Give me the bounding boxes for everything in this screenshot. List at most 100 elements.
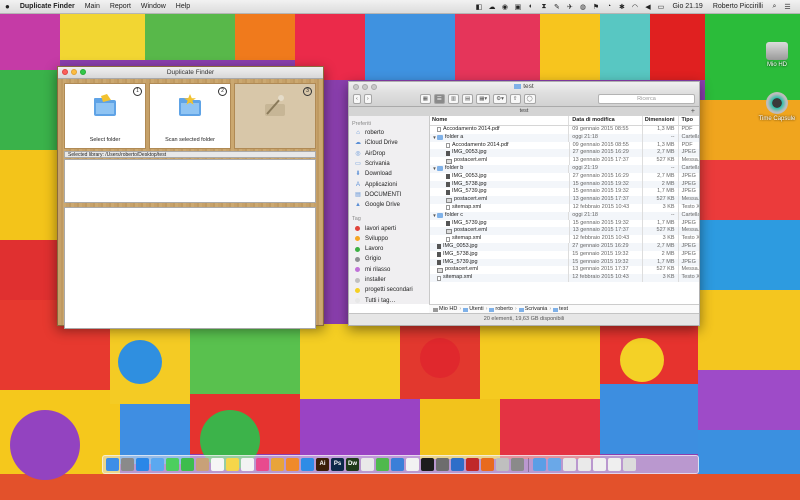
sidebar-tag-item[interactable]: Grigio bbox=[349, 254, 429, 264]
select-folder-button[interactable]: 1 Select folder bbox=[64, 83, 146, 149]
new-tab-plus-icon[interactable]: + bbox=[691, 107, 695, 116]
close-button[interactable] bbox=[62, 69, 68, 75]
list-view-button[interactable]: ☰ bbox=[433, 94, 445, 104]
file-row[interactable]: postacert.eml 13 gennaio 2015 17:37 527 KB… bbox=[430, 196, 699, 204]
file-row[interactable]: postacert.eml 13 gennaio 2015 17:37 527 KB… bbox=[430, 266, 699, 275]
notification-center-icon[interactable]: ☰ bbox=[783, 3, 792, 11]
photoshop-icon[interactable]: Ps bbox=[331, 458, 344, 471]
textedit-icon[interactable] bbox=[406, 458, 419, 471]
icon-view-button[interactable]: ▦ bbox=[419, 94, 431, 104]
firefox-icon[interactable] bbox=[481, 458, 494, 471]
minimize-button[interactable] bbox=[71, 69, 77, 75]
activity-icon[interactable] bbox=[436, 458, 449, 471]
sidebar-item-download[interactable]: ⬇ Download bbox=[349, 169, 429, 179]
file-row[interactable]: sitemap.xml 12 febbraio 2015 10:43 3 KB Tes… bbox=[430, 235, 699, 243]
column-header-name[interactable]: Nome bbox=[430, 116, 570, 125]
documents-stack-icon[interactable] bbox=[548, 458, 561, 471]
file-row[interactable]: IMG_0053.jpg 27 gennaio 2015 16:29 2,7 MB J… bbox=[430, 149, 699, 158]
status-item-icon[interactable]: ◔ bbox=[604, 3, 613, 11]
show-duplicates-button[interactable]: 3 bbox=[234, 83, 316, 149]
desktop-stack-icon[interactable] bbox=[563, 458, 576, 471]
file-row[interactable]: postacert.eml 13 gennaio 2015 17:37 527 KB… bbox=[430, 157, 699, 165]
status-item-icon[interactable]: ◐ bbox=[526, 3, 535, 11]
terminal-icon[interactable] bbox=[421, 458, 434, 471]
file-row[interactable]: sitemap.xml 12 febbraio 2015 10:43 3 KB Tes… bbox=[430, 274, 699, 282]
arrange-button[interactable]: ▦▾ bbox=[476, 94, 491, 104]
xcode-icon[interactable] bbox=[451, 458, 464, 471]
finder-icon[interactable] bbox=[106, 458, 119, 471]
status-item-icon[interactable]: ✈ bbox=[565, 3, 574, 11]
status-item-icon[interactable]: ✎ bbox=[552, 3, 561, 11]
status-item-icon[interactable]: ☁ bbox=[487, 3, 496, 11]
itunes-icon[interactable] bbox=[256, 458, 269, 471]
file-row[interactable]: Accodamento 2014.pdf 09 gennaio 2015 08:5… bbox=[430, 141, 699, 150]
sidebar-item-documenti[interactable]: ▤ DOCUMENTI bbox=[349, 190, 429, 200]
sidebar-tag-item[interactable]: Sviluppo bbox=[349, 234, 429, 244]
sidebar-item-airdrop[interactable]: ◎ AirDrop bbox=[349, 149, 429, 159]
filezilla-icon[interactable] bbox=[466, 458, 479, 471]
appstore-icon[interactable] bbox=[301, 458, 314, 471]
volume-icon[interactable]: ◀ bbox=[643, 3, 652, 11]
file-row[interactable]: IMG_5739.jpg 15 gennaio 2015 19:32 1,7 MB J… bbox=[430, 258, 699, 267]
finder-titlebar[interactable]: test bbox=[349, 82, 699, 92]
calendar-icon[interactable] bbox=[211, 458, 224, 471]
file-row[interactable]: IMG_5739.jpg 15 gennaio 2015 19:32 1,7 MB J… bbox=[430, 188, 699, 197]
menu-app-name[interactable]: Duplicate Finder bbox=[15, 3, 80, 10]
share-button[interactable]: ⇧ bbox=[509, 94, 521, 104]
file-row[interactable]: postacert.eml 13 gennaio 2015 17:37 527 KB… bbox=[430, 227, 699, 236]
status-item-icon[interactable]: ◧ bbox=[474, 3, 483, 11]
sidebar-tag-item[interactable]: installer bbox=[349, 275, 429, 285]
illustrator-icon[interactable]: Ai bbox=[316, 458, 329, 471]
dreamweaver-icon[interactable]: Dw bbox=[346, 458, 359, 471]
column-view-button[interactable]: ▥ bbox=[447, 94, 460, 104]
preview-icon[interactable] bbox=[361, 458, 374, 471]
trash-icon[interactable] bbox=[623, 458, 636, 471]
search-input[interactable]: Ricerca bbox=[598, 94, 695, 104]
zoom-button[interactable] bbox=[371, 84, 377, 90]
window-titlebar[interactable]: Duplicate Finder bbox=[58, 67, 323, 79]
coverflow-view-button[interactable]: ▤ bbox=[462, 94, 474, 104]
zoom-button[interactable] bbox=[80, 69, 86, 75]
status-item-icon[interactable]: ◍ bbox=[578, 3, 587, 11]
sidebar-tag-item[interactable]: Lavoro bbox=[349, 244, 429, 254]
folder-row[interactable]: ▼ folder b oggi 21:19 -- Cartella bbox=[430, 164, 699, 173]
apple-menu-icon[interactable]: ● bbox=[0, 2, 15, 11]
file-row[interactable]: IMG_0053.jpg 27 gennaio 2015 16:29 2,7 MB J… bbox=[430, 172, 699, 181]
forward-button[interactable]: › bbox=[363, 94, 372, 104]
sidebar-item-google-drive[interactable]: ▲ Google Drive bbox=[349, 200, 429, 210]
file-row[interactable]: IMG_0053.jpg 27 gennaio 2015 16:29 2,7 MB J… bbox=[430, 242, 699, 251]
bluetooth-icon[interactable]: ✱ bbox=[617, 3, 626, 11]
messages-icon[interactable] bbox=[166, 458, 179, 471]
column-header-size[interactable]: Dimensioni bbox=[643, 116, 679, 125]
screen3-icon[interactable] bbox=[608, 458, 621, 471]
keynote-icon[interactable] bbox=[391, 458, 404, 471]
launchpad-icon[interactable] bbox=[121, 458, 134, 471]
spotlight-icon[interactable] bbox=[496, 458, 509, 471]
menu-main[interactable]: Main bbox=[80, 3, 105, 10]
menu-report[interactable]: Report bbox=[105, 3, 136, 10]
status-item-icon[interactable]: ▣ bbox=[513, 3, 522, 11]
spotlight-icon[interactable]: ⌕ bbox=[770, 3, 779, 11]
safari-icon[interactable] bbox=[136, 458, 149, 471]
file-row[interactable]: Accodamento 2014.pdf 09 gennaio 2015 08:5… bbox=[430, 126, 699, 134]
status-item-icon[interactable]: ⧗ bbox=[539, 3, 548, 11]
sidebar-item-roberto[interactable]: ⌂ roberto bbox=[349, 128, 429, 138]
preferences-icon[interactable] bbox=[511, 458, 524, 471]
folder-row[interactable]: ▼ folder a oggi 21:18 -- Cartella bbox=[430, 133, 699, 142]
ibooks-icon[interactable] bbox=[286, 458, 299, 471]
sidebar-item-scrivania[interactable]: ▭ Scrivania bbox=[349, 159, 429, 169]
minimize-button[interactable] bbox=[362, 84, 368, 90]
photos-icon[interactable] bbox=[271, 458, 284, 471]
sidebar-tag-item[interactable]: Tutti i tag… bbox=[349, 295, 429, 304]
back-button[interactable]: ‹ bbox=[353, 94, 361, 104]
file-row[interactable]: IMG_5738.jpg 15 gennaio 2015 19:32 2 MB JPE… bbox=[430, 180, 699, 189]
close-button[interactable] bbox=[353, 84, 359, 90]
sidebar-item-applicazioni[interactable]: A Applicazioni bbox=[349, 179, 429, 189]
desktop-disk-time-capsule[interactable]: Time Capsule bbox=[752, 92, 800, 122]
screen1-icon[interactable] bbox=[578, 458, 591, 471]
mail-icon[interactable] bbox=[151, 458, 164, 471]
menubar-user[interactable]: Roberto Piccirilli bbox=[708, 3, 768, 10]
status-item-icon[interactable]: ◉ bbox=[500, 3, 509, 11]
contacts-icon[interactable] bbox=[196, 458, 209, 471]
menu-help[interactable]: Help bbox=[171, 3, 195, 10]
